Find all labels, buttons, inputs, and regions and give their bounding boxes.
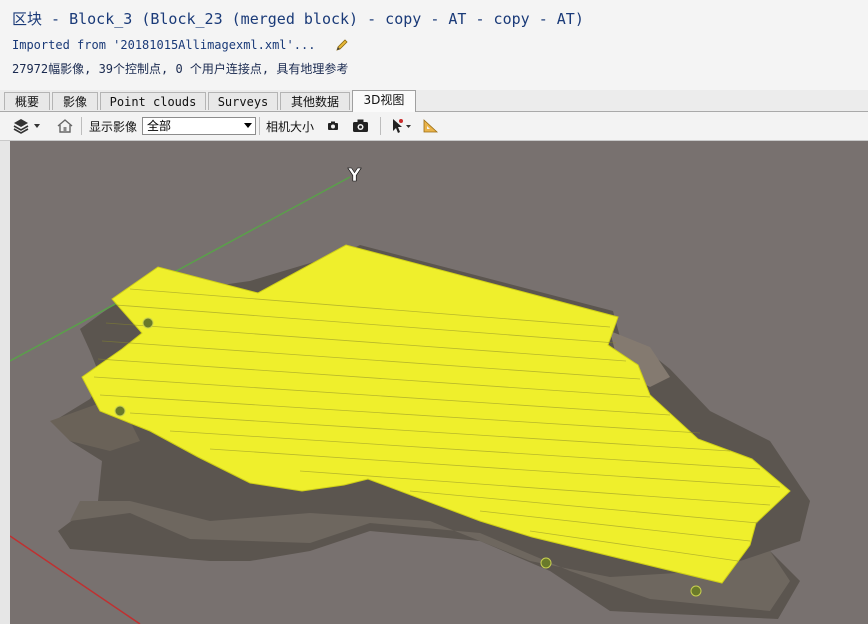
control-point-marker[interactable] bbox=[143, 318, 153, 328]
tab-surveys[interactable]: Surveys bbox=[208, 92, 278, 110]
viewport-left-border bbox=[0, 141, 10, 624]
tab-3d-view[interactable]: 3D视图 bbox=[352, 90, 416, 112]
show-images-label: 显示影像 bbox=[86, 116, 140, 136]
import-source-text: Imported from '20181015Allimagexml.xml'.… bbox=[12, 38, 315, 52]
block-header: 区块 - Block_3 (Block_23 (merged block) - … bbox=[0, 0, 868, 90]
camera-size-label: 相机大小 bbox=[263, 116, 317, 136]
home-icon bbox=[56, 118, 74, 134]
measure-tool-button[interactable] bbox=[420, 116, 442, 136]
layers-icon bbox=[12, 117, 42, 135]
tab-overview[interactable]: 概要 bbox=[4, 92, 50, 110]
toolbar-separator bbox=[380, 117, 381, 135]
home-view-button[interactable] bbox=[54, 116, 76, 136]
control-point-marker[interactable] bbox=[691, 586, 701, 596]
control-point-marker[interactable] bbox=[541, 558, 551, 568]
layers-menu-button[interactable] bbox=[10, 116, 44, 136]
chevron-down-icon bbox=[244, 123, 252, 128]
3d-viewport[interactable]: Y bbox=[10, 141, 868, 624]
cursor-tool-icon bbox=[389, 117, 413, 135]
toolbar-separator bbox=[259, 117, 260, 135]
block-title: 区块 - Block_3 (Block_23 (merged block) - … bbox=[12, 8, 584, 29]
import-source: Imported from '20181015Allimagexml.xml'.… bbox=[12, 38, 349, 52]
camera-size-small-button[interactable] bbox=[324, 116, 342, 136]
measure-icon bbox=[422, 118, 440, 134]
cursor-tool-button[interactable] bbox=[388, 116, 414, 136]
y-axis-label: Y bbox=[347, 165, 362, 186]
show-images-select[interactable]: 全部 bbox=[142, 117, 256, 135]
tab-point-clouds[interactable]: Point clouds bbox=[100, 92, 206, 110]
tab-images[interactable]: 影像 bbox=[52, 92, 98, 110]
tab-bar: 概要 影像 Point clouds Surveys 其他数据 3D视图 bbox=[0, 90, 868, 112]
tab-other-data[interactable]: 其他数据 bbox=[280, 92, 350, 110]
block-summary: 27972幅影像, 39个控制点, 0 个用户连接点, 具有地理参考 bbox=[12, 60, 348, 77]
control-point-marker[interactable] bbox=[115, 406, 125, 416]
camera-large-icon bbox=[352, 119, 369, 133]
camera-size-large-button[interactable] bbox=[349, 116, 371, 136]
3d-scene: Y bbox=[10, 141, 868, 624]
toolbar-separator bbox=[81, 117, 82, 135]
camera-small-icon bbox=[327, 121, 339, 131]
view-toolbar: 显示影像 全部 相机大小 bbox=[0, 112, 868, 141]
edit-pencil-icon[interactable] bbox=[335, 38, 349, 52]
